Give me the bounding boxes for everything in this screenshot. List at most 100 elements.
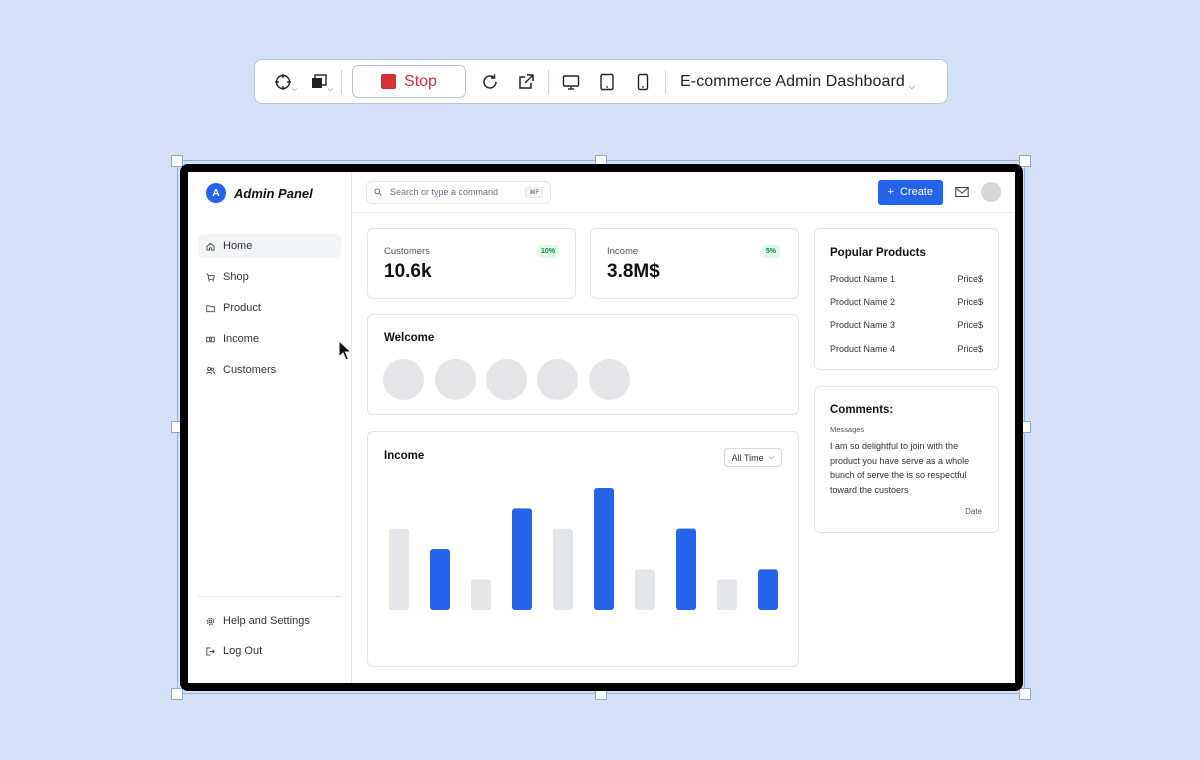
users-icon (206, 366, 215, 375)
stat-card-income: Income 3.8M$ 5% (590, 228, 799, 299)
inspect-button[interactable]: ⌵ (265, 64, 301, 100)
home-icon (206, 242, 215, 251)
sidebar-item-label: Customers (223, 364, 277, 376)
chart-bar (471, 579, 491, 610)
sidebar-item-income[interactable]: Income (198, 327, 341, 351)
chevron-down-icon: ⌵ (908, 81, 916, 91)
layers-icon (312, 73, 327, 88)
stat-card-customers: Customers 10.6k 10% (367, 228, 576, 299)
sidebar-item-home[interactable]: Home (198, 234, 341, 258)
stat-label: Income (607, 246, 639, 257)
sidebar-footer: Help and Settings Log Out (198, 596, 341, 669)
resize-handle-top-right[interactable] (1019, 155, 1031, 167)
list-item[interactable]: Product Name 4 Price$ (830, 344, 983, 354)
chart-bar (676, 528, 696, 610)
welcome-card: Welcome (367, 314, 799, 415)
create-button[interactable]: + Create (877, 179, 943, 205)
comment-date: Date (965, 507, 982, 516)
toolbar-divider (548, 69, 549, 94)
sidebar-item-shop[interactable]: Shop (198, 265, 341, 289)
mouse-cursor-icon (338, 340, 352, 361)
chevron-down-icon: ⌵ (327, 85, 333, 93)
toolbar-divider (665, 69, 666, 94)
sidebar-divider (198, 596, 341, 597)
product-price: Price$ (957, 344, 983, 354)
product-price: Price$ (957, 297, 983, 307)
resize-handle-top-left[interactable] (171, 155, 183, 167)
search-icon (374, 188, 382, 196)
avatar[interactable] (981, 182, 1001, 202)
cart-icon (206, 272, 215, 282)
search-placeholder: Search or type a command (390, 187, 499, 197)
folder-icon (206, 304, 215, 313)
welcome-title: Welcome (384, 332, 435, 344)
chart-bar (635, 569, 655, 610)
sidebar-item-label: Product (223, 302, 261, 314)
chart-bar (512, 508, 532, 610)
layers-button[interactable]: ⌵ (301, 64, 337, 100)
logout-icon (206, 646, 215, 656)
product-name: Product Name 1 (830, 274, 896, 284)
list-item[interactable]: Product Name 1 Price$ (830, 274, 983, 284)
popular-products-card: Popular Products Product Name 1 Price$ P… (814, 228, 999, 370)
comment-text: I am so delightful to join with the prod… (830, 441, 970, 495)
mobile-icon (637, 73, 649, 90)
sidebar-item-customers[interactable]: Customers (198, 358, 341, 382)
resize-handle-bottom-right[interactable] (1019, 688, 1031, 700)
plus-icon: + (887, 186, 894, 198)
gear-icon (206, 617, 215, 626)
list-item[interactable]: Product Name 3 Price$ (830, 320, 983, 330)
toolbar-divider (341, 69, 342, 94)
sidebar-item-label: Log Out (223, 645, 263, 657)
device-frame: A Admin Panel Home Shop Product Income C… (180, 164, 1023, 691)
reload-button[interactable] (472, 64, 508, 100)
sidebar-nav: Home Shop Product Income Customers (198, 234, 341, 382)
popular-products-title: Popular Products (830, 247, 926, 259)
income-bar-chart (389, 488, 778, 610)
comments-title: Comments: (830, 404, 894, 416)
preview-toolbar: ⌵ ⌵ Stop E-commerce Admin Dashboard ⌵ (254, 59, 948, 104)
desktop-view-button[interactable] (553, 64, 589, 100)
sidebar-item-label: Help and Settings (223, 615, 310, 627)
product-name: Product Name 2 (830, 297, 896, 307)
avatar[interactable] (537, 359, 578, 400)
mobile-view-button[interactable] (625, 64, 661, 100)
topbar-actions: + Create (877, 179, 1001, 205)
avatar[interactable] (589, 359, 630, 400)
project-selector[interactable]: E-commerce Admin Dashboard ⌵ (680, 72, 915, 92)
product-price: Price$ (957, 274, 983, 284)
chart-bar (389, 528, 409, 610)
avatar[interactable] (383, 359, 424, 400)
stat-value: 10.6k (384, 261, 432, 282)
sidebar-item-label: Shop (223, 271, 249, 283)
crosshair-icon (275, 73, 291, 90)
stop-button[interactable]: Stop (352, 65, 466, 98)
sidebar-item-logout[interactable]: Log Out (198, 639, 341, 663)
topbar: Search or type a command ⌘F + Create (352, 172, 1015, 213)
avatar[interactable] (435, 359, 476, 400)
chevron-down-icon: ⌵ (291, 85, 297, 93)
stop-label: Stop (404, 72, 437, 90)
search-input[interactable]: Search or type a command ⌘F (366, 180, 551, 204)
chart-bar (717, 579, 737, 610)
sidebar-item-product[interactable]: Product (198, 296, 341, 320)
stat-label: Customers (384, 246, 430, 257)
brand[interactable]: A Admin Panel (198, 182, 341, 204)
tablet-view-button[interactable] (589, 64, 625, 100)
create-label: Create (899, 186, 933, 198)
mail-icon[interactable] (955, 186, 969, 198)
sidebar-item-help-settings[interactable]: Help and Settings (198, 609, 341, 633)
sidebar-item-label: Home (223, 240, 253, 252)
external-link-icon (519, 73, 534, 89)
list-item[interactable]: Product Name 2 Price$ (830, 297, 983, 307)
open-external-button[interactable] (508, 64, 544, 100)
money-icon (206, 335, 215, 344)
resize-handle-bottom-left[interactable] (171, 688, 183, 700)
avatar[interactable] (486, 359, 527, 400)
comments-card: Comments: Messages I am so delightful to… (814, 386, 999, 533)
status-badge: 10% (536, 245, 559, 258)
sidebar: A Admin Panel Home Shop Product Income C… (188, 172, 352, 683)
sidebar-item-label: Income (223, 333, 260, 345)
chart-bar (758, 569, 778, 610)
product-price: Price$ (957, 320, 983, 330)
